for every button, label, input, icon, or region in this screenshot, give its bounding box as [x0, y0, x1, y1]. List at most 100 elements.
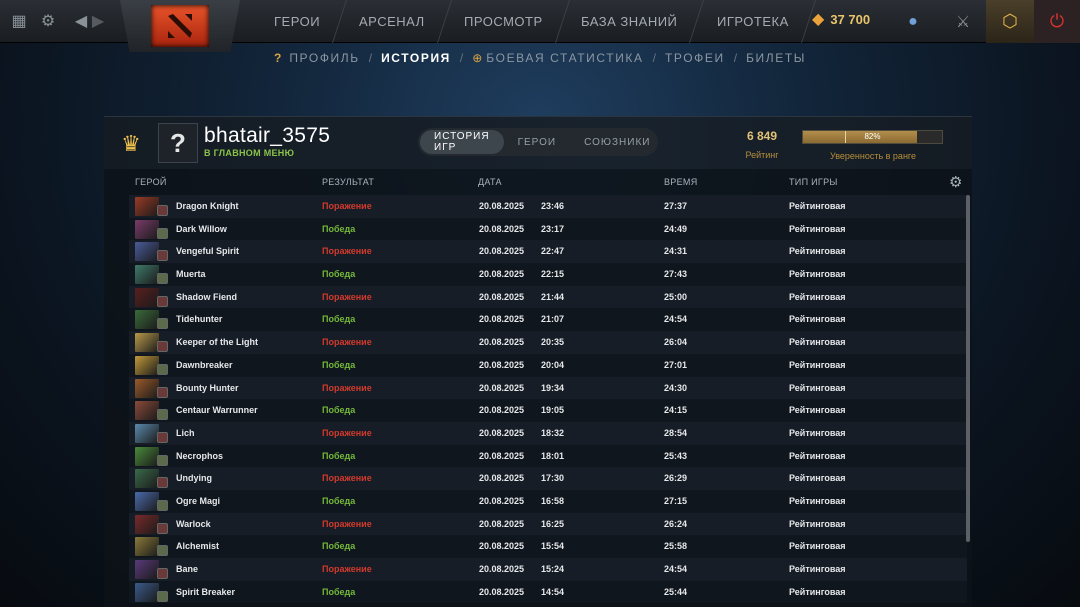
- tab-match-history[interactable]: ИСТОРИЯ ИГР: [420, 130, 504, 154]
- hero-name: Warlock: [176, 518, 211, 529]
- match-result: Победа: [322, 269, 356, 280]
- table-row[interactable]: Ogre Magi Победа 20.08.2025 16:58 27:15 Рейти…: [129, 489, 967, 513]
- tab-heroes[interactable]: ГЕРОИ: [504, 130, 571, 154]
- hero-portrait: [135, 219, 169, 239]
- nav-watch[interactable]: ПРОСМОТР: [437, 0, 570, 43]
- hero-name: Necrophos: [176, 450, 224, 461]
- game-type: Рейтинговая: [789, 382, 846, 393]
- match-duration: 24:49: [664, 223, 688, 234]
- subnav-history[interactable]: ИСТОРИЯ: [381, 51, 451, 65]
- main-nav: ГЕРОИ АРСЕНАЛ ПРОСМОТР БАЗА ЗНАНИЙ ИГРОТ…: [248, 0, 816, 43]
- match-duration: 24:54: [664, 314, 688, 325]
- table-row[interactable]: Bounty Hunter Поражение 20.08.2025 19:34 24:…: [129, 376, 967, 400]
- hero-portrait-icon: [135, 287, 159, 307]
- table-row[interactable]: Spirit Breaker Победа 20.08.2025 14:54 25:44…: [129, 580, 967, 604]
- username: bhatair_3575: [204, 124, 331, 147]
- match-result: Победа: [322, 359, 356, 370]
- table-row[interactable]: Centaur Warrunner Победа 20.08.2025 19:05 24…: [129, 399, 967, 422]
- nav-arcade[interactable]: ИГРОТЕКА: [690, 0, 816, 43]
- col-header-date[interactable]: ДАТА: [478, 177, 502, 187]
- tab-allies[interactable]: СОЮЗНИКИ: [570, 130, 664, 154]
- hero-portrait: [135, 242, 169, 262]
- match-result: Победа: [322, 586, 356, 597]
- table-row[interactable]: Tidehunter Победа 20.08.2025 21:07 24:54 Рейт…: [129, 308, 967, 332]
- hero-portrait: [135, 537, 169, 557]
- table-row[interactable]: Dawnbreaker Победа 20.08.2025 20:04 27:01 Рей…: [129, 353, 967, 377]
- match-result: Поражение: [322, 201, 372, 211]
- match-date: 20.08.2025: [479, 564, 525, 574]
- match-duration: 24:15: [664, 405, 688, 416]
- table-row[interactable]: Necrophos Победа 20.08.2025 18:01 25:43 Рейти…: [129, 444, 967, 468]
- match-result: Победа: [322, 223, 356, 234]
- power-icon[interactable]: ⏻: [1034, 0, 1080, 43]
- table-row[interactable]: Vengeful Spirit Поражение 20.08.2025 22:47 2…: [129, 240, 967, 264]
- hero-portrait-icon: [135, 310, 159, 330]
- match-time: 20:35: [541, 337, 565, 348]
- table-row[interactable]: Alchemist Победа 20.08.2025 15:54 25:58 Рейти…: [129, 535, 967, 558]
- hero-name: Undying: [176, 473, 212, 484]
- avatar[interactable]: ?: [158, 123, 198, 163]
- table-row[interactable]: Warlock Поражение 20.08.2025 16:25 26:24 Рейт…: [129, 512, 967, 536]
- table-row[interactable]: Dark Willow Победа 20.08.2025 23:17 24:49 Рей…: [129, 217, 967, 241]
- match-duration: 27:15: [664, 495, 688, 506]
- col-header-duration[interactable]: ВРЕМЯ: [664, 177, 698, 187]
- table-row[interactable]: Bane Поражение 20.08.2025 15:24 24:54 Рейтинг…: [129, 558, 967, 581]
- settings-gear-icon[interactable]: ⚙: [37, 10, 59, 32]
- match-duration: 25:00: [664, 291, 688, 302]
- col-header-result[interactable]: РЕЗУЛЬТАТ: [322, 177, 374, 187]
- plus-icon[interactable]: ⬡: [986, 0, 1034, 43]
- hero-name: Spirit Breaker: [176, 586, 236, 597]
- help-icon[interactable]: ?: [274, 51, 281, 65]
- subnav-trophies[interactable]: ТРОФЕИ: [665, 51, 725, 65]
- hero-name: Lich: [176, 427, 195, 438]
- nav-learn[interactable]: БАЗА ЗНАНИЙ: [555, 0, 705, 43]
- hero-portrait-icon: [135, 333, 159, 353]
- scrollbar[interactable]: [966, 195, 970, 542]
- hero-name: Shadow Fiend: [176, 291, 238, 302]
- party-badge-icon: [157, 341, 168, 353]
- forward-arrow-icon[interactable]: ▶: [87, 10, 109, 32]
- nav-armory[interactable]: АРСЕНАЛ: [333, 0, 452, 43]
- currency-shards-icon: ◆: [812, 11, 825, 28]
- subnav-profile[interactable]: ПРОФИЛЬ: [289, 51, 359, 65]
- game-type: Рейтинговая: [789, 427, 846, 438]
- match-time: 23:46: [541, 201, 565, 211]
- dota-logo-button[interactable]: [120, 0, 240, 52]
- hero-portrait: [135, 560, 169, 579]
- hero-name: Bounty Hunter: [176, 382, 239, 393]
- match-time: 14:54: [541, 586, 565, 597]
- subnav-tickets[interactable]: БИЛЕТЫ: [746, 51, 806, 65]
- table-row[interactable]: Muerta Победа 20.08.2025 22:15 27:43 Рейтинго…: [129, 263, 967, 286]
- hero-portrait: [135, 582, 169, 602]
- table-row[interactable]: Shadow Fiend Поражение 20.08.2025 21:44 25:0…: [129, 285, 967, 309]
- hero-portrait: [135, 491, 169, 511]
- col-header-hero[interactable]: ГЕРОЙ: [135, 177, 167, 187]
- match-time: 22:15: [541, 269, 565, 280]
- shards-currency[interactable]: ◆ 37 700: [812, 9, 870, 29]
- table-row[interactable]: Dragon Knight Поражение 20.08.2025 23:46 27:…: [129, 195, 967, 218]
- hero-name: Centaur Warrunner: [176, 405, 258, 416]
- col-header-game-type[interactable]: ТИП ИГРЫ: [789, 177, 838, 187]
- match-date: 20.08.2025: [479, 518, 525, 529]
- match-time: 20:04: [541, 359, 565, 370]
- stats-icon[interactable]: ▦: [8, 10, 30, 32]
- game-type: Рейтинговая: [789, 201, 846, 211]
- settings-gear-icon[interactable]: ⚙: [949, 173, 962, 191]
- subnav-combat-stats[interactable]: БОЕВАЯ СТАТИСТИКА: [486, 51, 643, 65]
- match-result: Победа: [322, 405, 356, 416]
- match-result: Поражение: [322, 473, 372, 484]
- nav-heroes[interactable]: ГЕРОИ: [248, 0, 348, 43]
- game-type: Рейтинговая: [789, 269, 846, 280]
- table-row[interactable]: Undying Поражение 20.08.2025 17:30 26:29 Рейт…: [129, 467, 967, 490]
- party-badge-icon: [157, 295, 168, 307]
- table-row[interactable]: Keeper of the Light Поражение 20.08.2025 20…: [129, 331, 967, 354]
- chat-icon[interactable]: ●: [898, 8, 928, 36]
- match-duration: 27:37: [664, 201, 688, 211]
- game-type: Рейтинговая: [789, 586, 846, 597]
- match-date: 20.08.2025: [479, 201, 525, 211]
- table-row[interactable]: Lich Поражение 20.08.2025 18:32 28:54 Рейтинг…: [129, 421, 967, 445]
- armory-icon[interactable]: ⚔: [948, 8, 978, 36]
- match-date: 20.08.2025: [479, 586, 525, 597]
- match-duration: 24:54: [664, 564, 688, 574]
- party-badge-icon: [157, 227, 168, 239]
